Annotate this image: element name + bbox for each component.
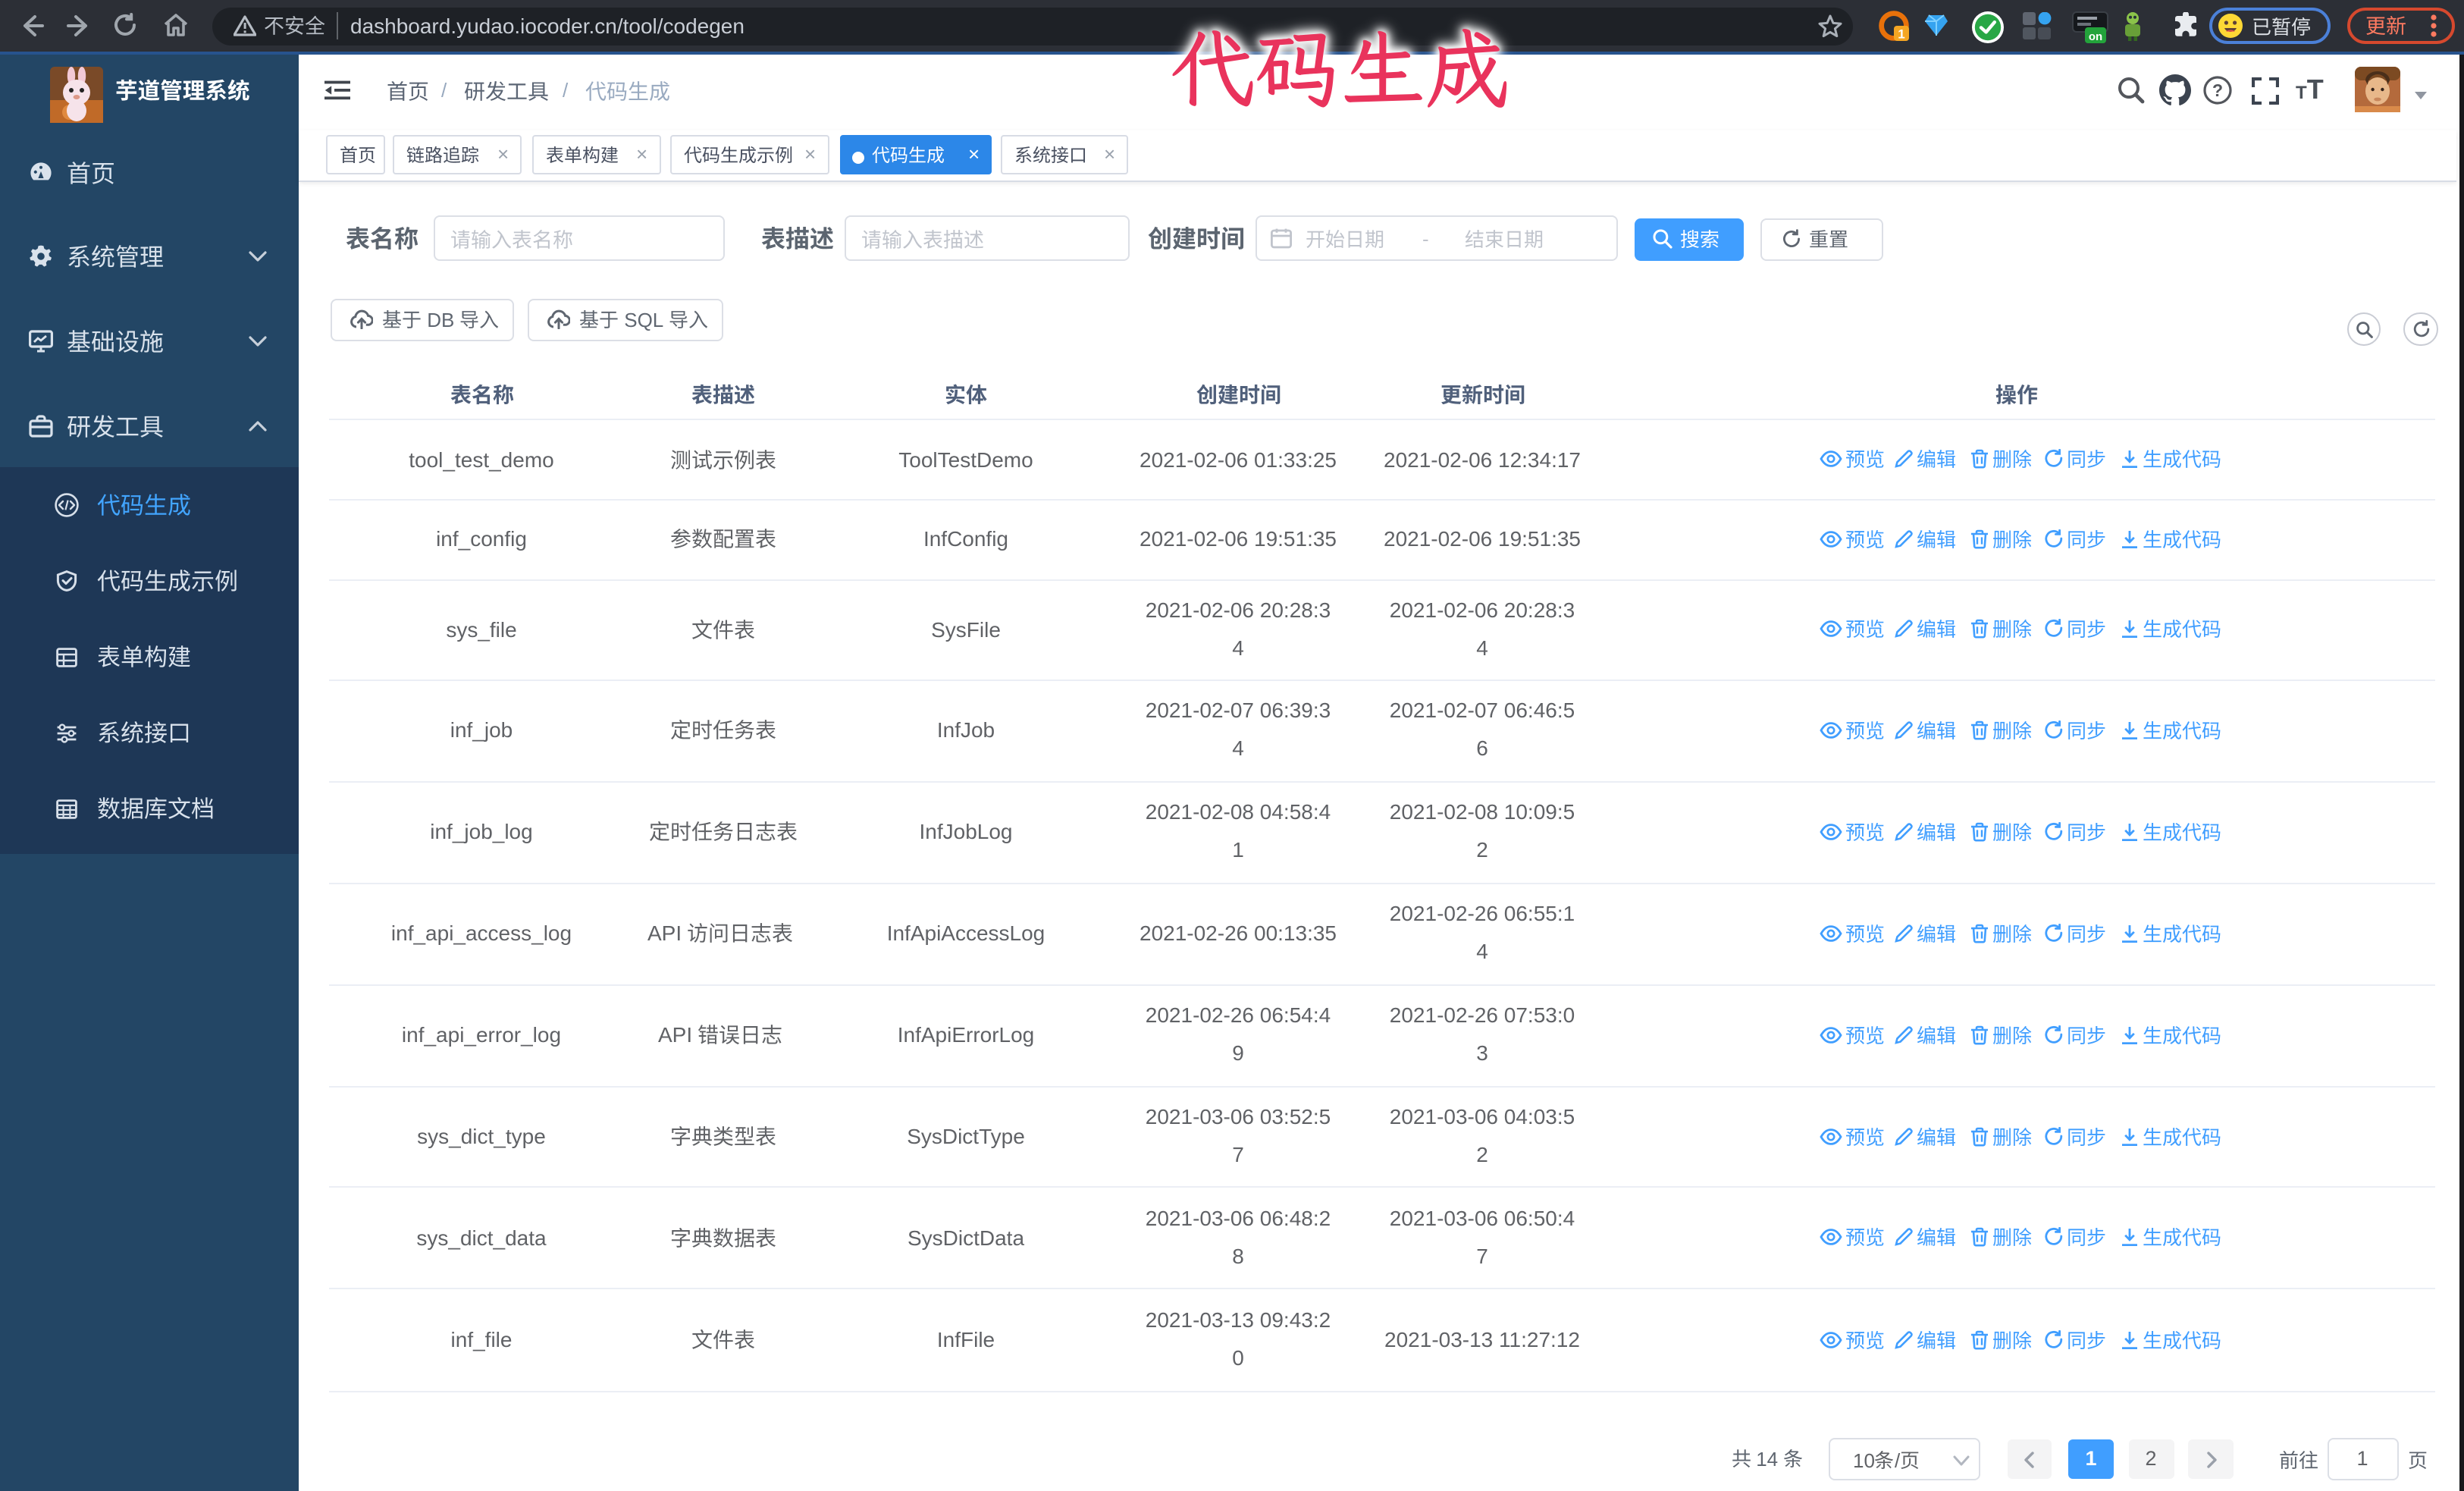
svg-text:on: on — [2089, 30, 2102, 43]
svg-text:1: 1 — [1898, 27, 1904, 41]
svg-text:?: ? — [2212, 80, 2223, 100]
